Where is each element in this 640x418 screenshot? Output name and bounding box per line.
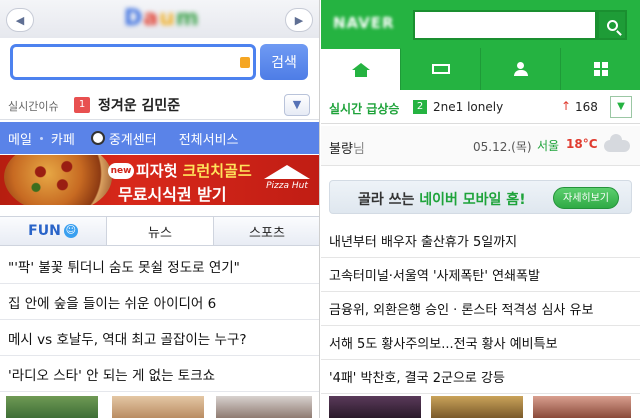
weather-temp: 18°C xyxy=(566,137,598,151)
list-item[interactable]: 서해 5도 황사주의보...전국 황사 예비특보 xyxy=(321,326,640,360)
naver-nav-tabs xyxy=(321,48,640,90)
thumbnail-image[interactable] xyxy=(329,396,421,418)
thumbnail-image[interactable] xyxy=(533,396,631,418)
daum-pane: ◀ D a u m ▶ 검색 실시간이슈 1 정겨운 김민준 ▼ 메일 카페 중… xyxy=(0,0,320,418)
up-arrow-icon: ↑ xyxy=(561,99,572,113)
list-item[interactable]: 금융위, 외환은행 승인 · 론스타 적격성 심사 유보 xyxy=(321,292,640,326)
banner-headline: 피자헛 크런치골드 xyxy=(136,162,252,180)
chevron-down-icon[interactable]: ▼ xyxy=(284,94,310,116)
naver-logo[interactable]: NAVER xyxy=(333,14,395,32)
realtime-trend-bar[interactable]: 실시간 급상승 2 2ne1 lonely ↑ 168 ▼ xyxy=(321,90,640,124)
trend-rank-badge: 2 xyxy=(413,100,427,114)
trend-label: 실시간 급상승 xyxy=(329,102,400,116)
pizza-ad-banner[interactable]: new 피자헛 크런치골드 무료시식권 받기 Pizza Hut xyxy=(0,155,319,205)
issue-label: 실시간이슈 xyxy=(8,100,59,113)
list-item[interactable]: 고속터미널·서울역 '사제폭탄' 연쇄폭발 xyxy=(321,258,640,292)
daum-header: ◀ D a u m ▶ xyxy=(0,0,319,38)
list-item[interactable]: '라디오 스타' 안 되는 게 없는 토크쇼 xyxy=(0,356,319,392)
realtime-issue-bar[interactable]: 실시간이슈 1 정겨운 김민준 ▼ xyxy=(0,90,319,120)
naver-news-list: 내년부터 배우자 출산휴가 5일까지 고속터미널·서울역 '사제폭탄' 연쇄폭발… xyxy=(321,224,640,394)
naver-pane: NAVER 실시간 급상승 2 2ne1 lonely ↑ 168 ▼ 불량님 xyxy=(321,0,640,418)
grid-icon xyxy=(593,62,608,76)
daum-menu-bar: 메일 카페 중계센터 전체서비스 xyxy=(0,122,319,154)
trend-keyword[interactable]: 2ne1 lonely xyxy=(433,100,503,114)
list-item[interactable]: 집 안에 숲을 들이는 쉬운 아이디어 6 xyxy=(0,284,319,320)
thumbnail-image[interactable] xyxy=(431,396,523,418)
daum-news-list: "'팍' 불꽃 튀더니 숨도 못쉴 정도로 연기" 집 안에 숲을 들이는 쉬운… xyxy=(0,248,319,392)
rect-icon xyxy=(431,64,450,74)
thumbnail-image[interactable] xyxy=(6,396,98,418)
banner-subline: 무료시식권 받기 xyxy=(118,185,227,204)
back-arrow-icon[interactable]: ◀ xyxy=(6,8,34,32)
tab-fun[interactable]: FUN ☺ xyxy=(0,217,107,245)
smile-icon: ☺ xyxy=(63,224,78,238)
tab-more[interactable] xyxy=(561,48,640,90)
cloud-icon xyxy=(604,134,630,152)
list-item[interactable]: 내년부터 배우자 출산휴가 5일까지 xyxy=(321,224,640,258)
list-item[interactable]: 메시 vs 호날두, 역대 최고 골잡이는 누구? xyxy=(0,320,319,356)
menu-all-services[interactable]: 전체서비스 xyxy=(171,129,247,148)
tab-sports[interactable]: 스포츠 xyxy=(214,217,319,245)
mobile-home-banner[interactable]: 골라 쓰는 네이버 모바일 홈! 자세히보기 xyxy=(329,180,632,214)
daum-content-tabs: FUN ☺ 뉴스 스포츠 xyxy=(0,216,319,246)
home-icon xyxy=(351,62,370,77)
naver-search-button[interactable] xyxy=(597,10,627,40)
user-greeting[interactable]: 불량님 xyxy=(329,138,365,157)
soccer-ball-icon xyxy=(90,131,105,145)
daum-logo[interactable]: D a u m xyxy=(124,6,199,31)
menu-cafe[interactable]: 카페 xyxy=(43,129,83,148)
thumbnail-image[interactable] xyxy=(112,396,204,418)
search-icon xyxy=(606,19,618,31)
pizza-hut-logo: Pizza Hut xyxy=(264,165,310,199)
naver-header: NAVER xyxy=(321,0,640,48)
banner-text: 골라 쓰는 네이버 모바일 홈! xyxy=(358,192,526,208)
tab-news[interactable]: 뉴스 xyxy=(107,217,214,245)
naver-search-input[interactable] xyxy=(413,10,597,40)
issue-rank-badge: 1 xyxy=(74,97,90,113)
details-button[interactable]: 자세히보기 xyxy=(553,187,619,209)
tab-home[interactable] xyxy=(321,48,401,90)
weather-bar: 불량님 05.12.(목) 서울 18°C xyxy=(321,126,640,166)
daum-search-button[interactable]: 검색 xyxy=(260,44,308,80)
weather-city[interactable]: 서울 xyxy=(537,137,559,154)
menu-live-center[interactable]: 중계센터 xyxy=(83,129,165,148)
new-badge: new xyxy=(108,163,134,179)
tab-media[interactable] xyxy=(401,48,481,90)
list-item[interactable]: "'팍' 불꽃 튀더니 숨도 못쉴 정도로 연기" xyxy=(0,248,319,284)
weather-date: 05.12.(목) xyxy=(473,140,532,154)
list-item[interactable]: '4패' 박찬호, 결국 2군으로 강등 xyxy=(321,360,640,394)
tab-people[interactable] xyxy=(481,48,561,90)
pizza-image xyxy=(4,155,112,205)
trend-count: 168 xyxy=(575,100,598,114)
search-suggest-icon[interactable] xyxy=(240,57,250,68)
chevron-down-icon[interactable]: ▼ xyxy=(610,96,632,118)
issue-keyword[interactable]: 정겨운 김민준 xyxy=(98,95,180,115)
user-icon xyxy=(513,62,529,76)
menu-mail[interactable]: 메일 xyxy=(0,129,40,148)
daum-search-input[interactable] xyxy=(10,44,256,80)
forward-arrow-icon[interactable]: ▶ xyxy=(285,8,313,32)
thumbnail-image[interactable] xyxy=(216,396,312,418)
